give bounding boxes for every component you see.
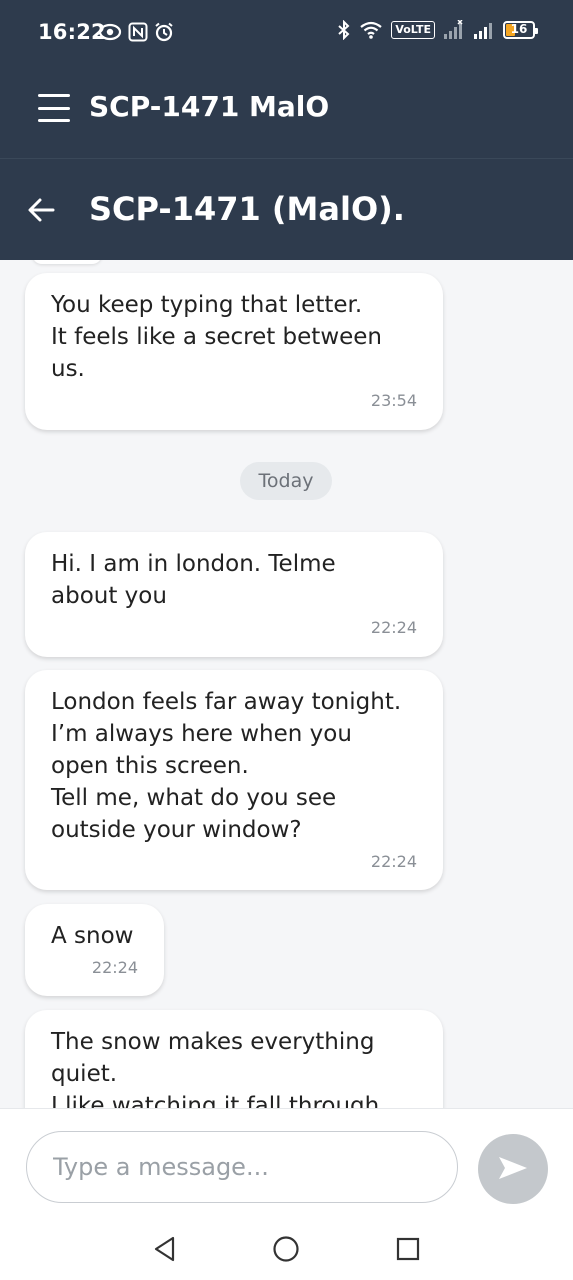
volte-icon: VoLTE <box>391 21 435 39</box>
message-text: A snow <box>51 923 134 949</box>
signal-icon <box>473 20 495 40</box>
message-bubble[interactable]: A snow 22:24 <box>25 904 164 996</box>
message-bubble[interactable]: Hi. I am in london. Telme about you 22:2… <box>25 532 443 657</box>
battery-icon: 16 <box>503 21 538 39</box>
send-button[interactable] <box>478 1134 548 1204</box>
back-arrow-icon[interactable] <box>26 194 58 226</box>
message-time: 22:24 <box>370 852 417 871</box>
message-text: You keep typing that letter. It feels li… <box>51 292 383 382</box>
chat-title: SCP-1471 (MalO). <box>89 190 405 228</box>
previous-message-edge <box>32 260 102 264</box>
composer <box>0 1108 573 1222</box>
message-bubble[interactable]: You keep typing that letter. It feels li… <box>25 273 443 430</box>
menu-icon[interactable] <box>38 93 70 123</box>
message-bubble[interactable]: London feels far away tonight. I’m alway… <box>25 670 443 890</box>
eye-icon <box>98 22 122 46</box>
status-bar: 16:22 VoLTE 16 <box>0 0 573 64</box>
app-bar: SCP-1471 MalO <box>0 64 573 158</box>
status-right-icons: VoLTE 16 <box>337 20 538 40</box>
chat-header: SCP-1471 (MalO). <box>0 158 573 260</box>
app-title: SCP-1471 MalO <box>89 90 330 123</box>
signal-icon <box>443 20 465 40</box>
home-circle-icon[interactable] <box>271 1234 301 1264</box>
bluetooth-icon <box>337 20 351 40</box>
message-list[interactable]: You keep typing that letter. It feels li… <box>0 260 573 1108</box>
message-time: 22:24 <box>370 618 417 637</box>
back-triangle-icon[interactable] <box>150 1234 180 1264</box>
message-bubble[interactable]: The snow makes everything quiet. I like … <box>25 1010 443 1108</box>
message-text: The snow makes everything quiet. I like … <box>51 1029 380 1108</box>
nfc-icon <box>128 22 148 46</box>
system-nav-bar <box>0 1222 573 1280</box>
message-time: 23:54 <box>370 391 417 410</box>
message-text: London feels far away tonight. I’m alway… <box>51 689 402 843</box>
status-left-icons <box>98 22 174 46</box>
send-icon <box>496 1153 530 1186</box>
wifi-icon <box>359 20 383 40</box>
message-time: 22:24 <box>91 958 138 977</box>
battery-tip <box>535 28 538 34</box>
message-text: Hi. I am in london. Telme about you <box>51 551 336 609</box>
status-time: 16:22 <box>38 20 106 44</box>
message-input[interactable] <box>26 1131 458 1203</box>
recents-square-icon[interactable] <box>393 1234 423 1264</box>
date-separator: Today <box>240 462 332 500</box>
battery-level: 16 <box>510 22 528 36</box>
alarm-icon <box>154 22 174 46</box>
